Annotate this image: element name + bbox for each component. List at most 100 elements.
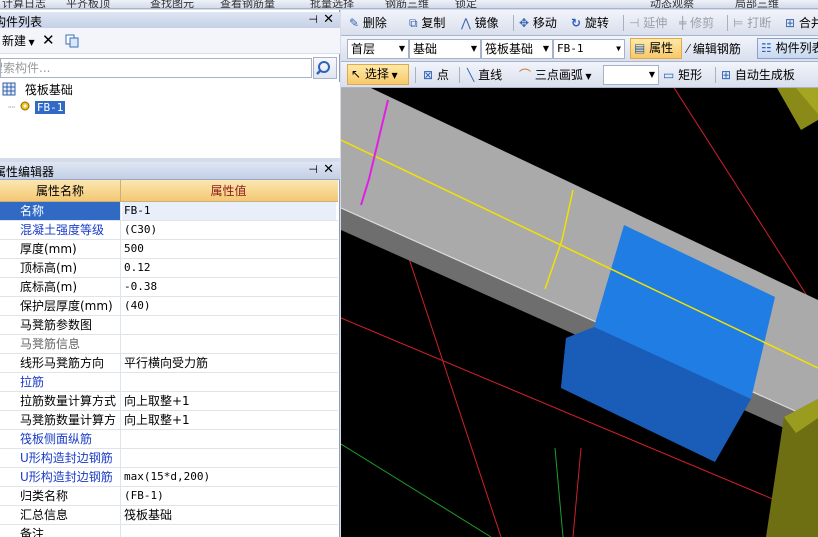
tree-node-fb1[interactable]: ┈ FB-1 (8, 99, 66, 115)
property-value[interactable]: max(15*d,200) (122, 468, 336, 486)
category-select[interactable]: 基础 ▼ (409, 39, 481, 59)
merge-label: 合并 (798, 16, 818, 30)
property-value[interactable]: (40) (122, 297, 336, 315)
arc-tool[interactable]: ⌒ 三点画弧 ▼ (519, 66, 592, 84)
mirror-button[interactable]: ⋀ 镜像 (461, 14, 499, 32)
trim-button[interactable]: ╪ 修剪 (679, 14, 714, 32)
property-row[interactable]: U形构造封边钢筋 max(15*d,200) (0, 468, 338, 487)
property-row[interactable]: 顶标高(m) 0.12 (0, 259, 338, 278)
search-input[interactable]: 搜索构件... (0, 58, 312, 78)
properties-icon: ▤ (634, 41, 646, 55)
properties-toggle[interactable]: ▤ 属性 (630, 38, 682, 59)
move-button[interactable]: ✥ 移动 (519, 14, 557, 32)
property-value[interactable] (122, 316, 336, 334)
pin-icon[interactable]: ⊣ (308, 163, 318, 176)
break-icon: ⊨ (733, 16, 744, 30)
rotate-button[interactable]: ↻ 旋转 (571, 14, 609, 32)
property-value[interactable]: FB-1 (122, 202, 336, 220)
property-value[interactable]: 平行横向受力筋 (122, 354, 336, 372)
property-value[interactable] (122, 373, 336, 391)
delete-icon[interactable]: ✕ (42, 32, 55, 50)
property-row[interactable]: 底标高(m) -0.38 (0, 278, 338, 297)
property-row[interactable]: 归类名称 (FB-1) (0, 487, 338, 506)
property-name: 拉筋数量计算方式 (0, 392, 121, 410)
property-row[interactable]: 混凝土强度等级 (C30) (0, 221, 338, 240)
line-tool[interactable]: ╲ 直线 (467, 66, 502, 84)
property-row[interactable]: 拉筋数量计算方式 向上取整+1 (0, 392, 338, 411)
property-row[interactable]: 拉筋 (0, 373, 338, 392)
property-row[interactable]: 马凳筋数量计算方 向上取整+1 (0, 411, 338, 430)
property-row[interactable]: 名称 FB-1 (0, 202, 338, 221)
copy-icon[interactable] (64, 32, 80, 50)
3d-viewport[interactable] (341, 88, 818, 537)
rotate-icon: ↻ (571, 16, 582, 30)
property-row[interactable]: 厚度(mm) 500 (0, 240, 338, 259)
property-row[interactable]: 汇总信息 筏板基础 (0, 506, 338, 525)
top-item-batch-select[interactable]: 批量选择 (310, 0, 354, 8)
extend-icon: ⊣ (629, 16, 640, 30)
property-value[interactable] (122, 449, 336, 467)
extend-button[interactable]: ⊣ 延伸 (629, 14, 667, 32)
property-value[interactable]: (C30) (122, 221, 336, 239)
property-row[interactable]: 线形马凳筋方向 平行横向受力筋 (0, 354, 338, 373)
property-value[interactable] (122, 525, 336, 537)
property-name: 筏板侧面纵筋 (0, 430, 121, 448)
property-row[interactable]: 马凳筋参数图 (0, 316, 338, 335)
tree-child-label: FB-1 (34, 101, 66, 114)
merge-button[interactable]: ⊞ 合并 (785, 14, 818, 32)
rect-icon: ▭ (663, 68, 675, 82)
point-tool[interactable]: ⊠ 点 (423, 66, 449, 84)
close-icon[interactable]: ✕ (323, 162, 334, 177)
select-tool[interactable]: ↖ 选择 ▼ (347, 64, 409, 85)
top-item-calc-log[interactable]: 计算日志 (2, 0, 46, 8)
copy-button[interactable]: ⧉ 复制 (409, 14, 445, 32)
property-value[interactable]: 0.12 (122, 259, 336, 277)
component-list-toggle[interactable]: ☷ 构件列表 (757, 38, 818, 59)
break-button[interactable]: ⊨ 打断 (733, 14, 771, 32)
auto-generate-button[interactable]: ⊞ 自动生成板 (721, 66, 795, 84)
chevron-down-icon: ▼ (470, 44, 477, 53)
rect-tool[interactable]: ▭ 矩形 (663, 66, 702, 84)
top-item-align-top[interactable]: 平齐板顶 (66, 0, 110, 8)
property-value[interactable] (122, 335, 336, 353)
top-item-view-rebar[interactable]: 查看钢筋量 (220, 0, 275, 8)
component-select[interactable]: FB-1 ▼ (553, 39, 625, 59)
top-item-rebar-3d[interactable]: 钢筋三维 (385, 0, 429, 8)
property-value[interactable]: (FB-1) (122, 487, 336, 505)
property-value[interactable]: -0.38 (122, 278, 336, 296)
move-label: 移动 (532, 16, 557, 30)
property-row[interactable]: 筏板侧面纵筋 (0, 430, 338, 449)
property-value[interactable]: 500 (122, 240, 336, 258)
top-item-lock[interactable]: 锁定 (455, 0, 477, 8)
new-label: 新建 (2, 34, 27, 48)
search-button[interactable] (313, 57, 337, 79)
top-item-local-3d[interactable]: 局部三维 (735, 0, 779, 8)
draw-mode-select[interactable]: ▼ (603, 65, 659, 85)
top-item-find[interactable]: 查找图元 (150, 0, 194, 8)
property-row[interactable]: 保护层厚度(mm) (40) (0, 297, 338, 316)
property-value[interactable]: 向上取整+1 (122, 411, 336, 429)
component-value: FB-1 (557, 42, 584, 55)
property-name: 备注 (0, 525, 121, 537)
property-row[interactable]: U形构造封边钢筋 (0, 449, 338, 468)
property-name: 马凳筋信息 (0, 335, 121, 353)
edit-rebar-button[interactable]: ⁄ 编辑钢筋 (687, 40, 741, 58)
delete-button[interactable]: ✎ 删除 (349, 14, 387, 32)
type-select[interactable]: 筏板基础 ▼ (481, 39, 553, 59)
tree-connector: ┈ (8, 100, 16, 114)
floor-select[interactable]: 首层 ▼ (347, 39, 409, 59)
pin-icon[interactable]: ⊣ (308, 13, 318, 26)
dropdown-arrow-icon: ▼ (26, 38, 35, 47)
property-name: 归类名称 (0, 487, 121, 505)
top-item-orbit[interactable]: 动态观察 (650, 0, 694, 8)
property-row[interactable]: 备注 (0, 525, 338, 537)
new-component-button[interactable]: 新建 ▼ (2, 32, 35, 50)
edit-rebar-icon: ⁄ (687, 42, 690, 56)
tree-node-raft-foundation[interactable]: 筏板基础 (2, 82, 73, 98)
merge-icon: ⊞ (785, 16, 796, 30)
property-value[interactable]: 筏板基础 (122, 506, 336, 524)
close-icon[interactable]: ✕ (323, 12, 334, 27)
property-row[interactable]: 马凳筋信息 (0, 335, 338, 354)
property-value[interactable]: 向上取整+1 (122, 392, 336, 410)
property-value[interactable] (122, 430, 336, 448)
